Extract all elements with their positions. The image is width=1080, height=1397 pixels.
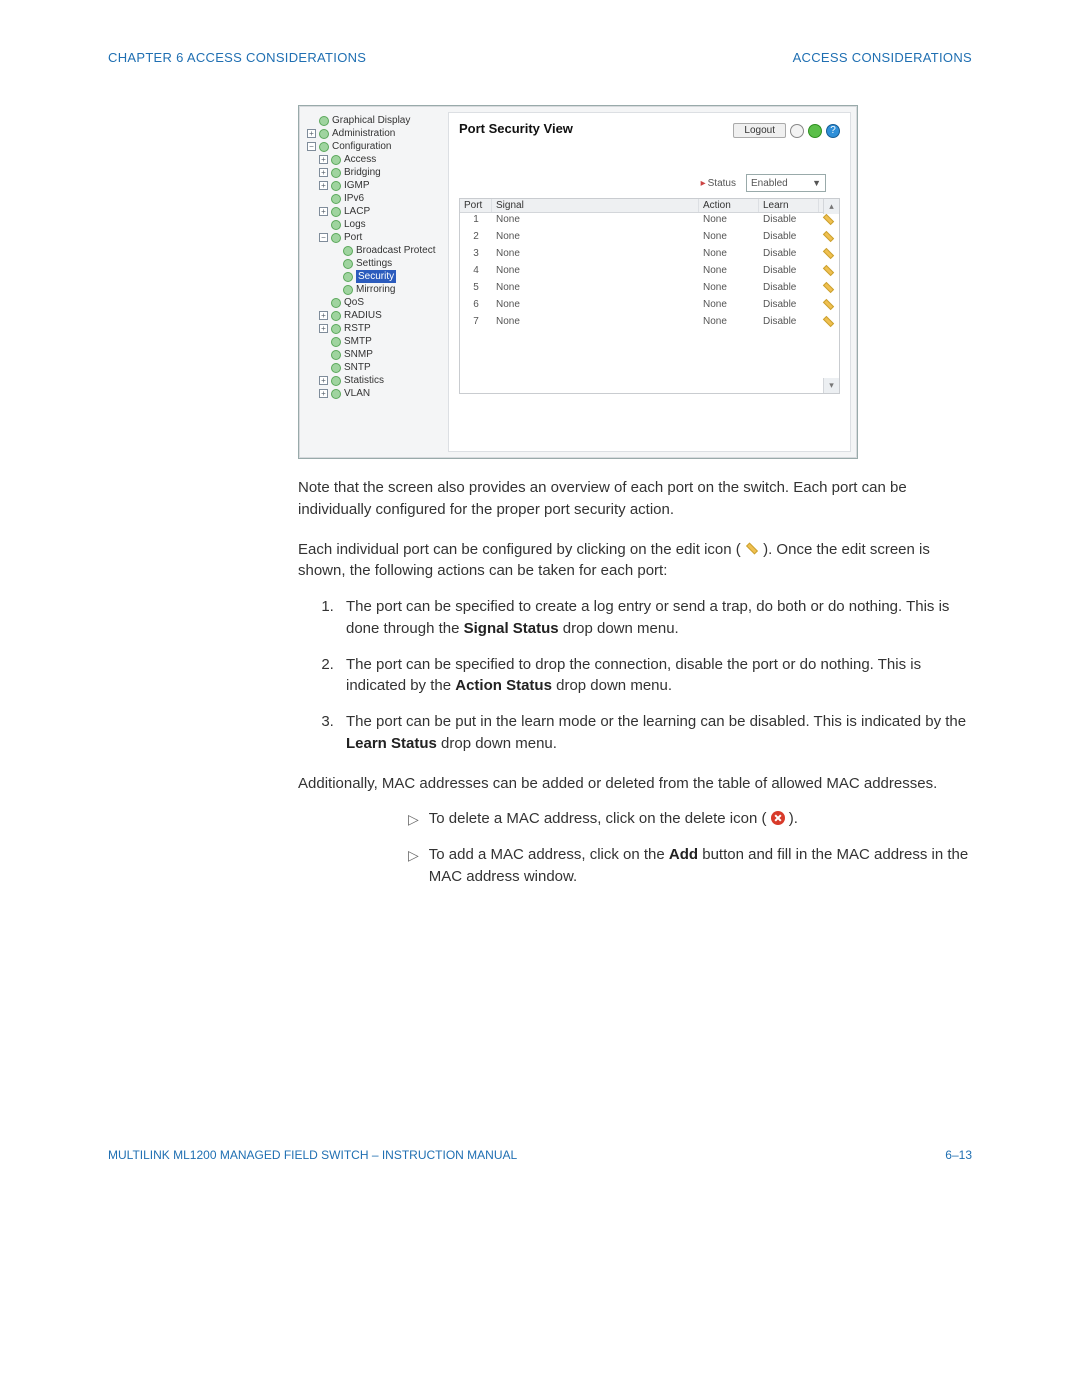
- refresh-icon[interactable]: [808, 124, 822, 138]
- port-table: ▴ Port Signal Action Learn 1NoneNoneDisa…: [459, 198, 840, 394]
- tree-item-label: SMTP: [344, 335, 372, 348]
- nav-tree[interactable]: Graphical DisplayAdministrationConfigura…: [305, 112, 442, 452]
- table-row: 6NoneNoneDisable: [460, 298, 839, 315]
- edit-icon[interactable]: [823, 231, 835, 243]
- tree-item[interactable]: VLAN: [307, 387, 442, 400]
- tree-item-label: Administration: [332, 127, 395, 140]
- table-row: 3NoneNoneDisable: [460, 247, 839, 264]
- tree-item[interactable]: Configuration: [307, 140, 442, 153]
- status-select[interactable]: Enabled ▼: [746, 174, 826, 192]
- tree-item-label: Statistics: [344, 374, 384, 387]
- table-row: 5NoneNoneDisable: [460, 281, 839, 298]
- ordered-steps: The port can be specified to create a lo…: [338, 596, 972, 755]
- tree-item[interactable]: Statistics: [307, 374, 442, 387]
- tree-item-label: Broadcast Protect: [356, 244, 435, 257]
- tree-item-label: SNMP: [344, 348, 373, 361]
- triangle-icon: ▷: [408, 844, 419, 888]
- tree-item[interactable]: Logs: [307, 218, 442, 231]
- tree-item-label: Port: [344, 231, 362, 244]
- screenshot-figure: Graphical DisplayAdministrationConfigura…: [298, 105, 858, 459]
- table-row: 4NoneNoneDisable: [460, 264, 839, 281]
- col-learn: Learn: [759, 199, 819, 212]
- tree-item-label: Settings: [356, 257, 392, 270]
- tree-item[interactable]: SNMP: [307, 348, 442, 361]
- header-section: ACCESS CONSIDERATIONS: [793, 50, 972, 65]
- tree-item-label: RSTP: [344, 322, 371, 335]
- tree-item[interactable]: Broadcast Protect: [307, 244, 442, 257]
- tree-item-label: RADIUS: [344, 309, 382, 322]
- tree-item-label: IGMP: [344, 179, 370, 192]
- logout-button[interactable]: Logout: [733, 123, 786, 138]
- table-row: 2NoneNoneDisable: [460, 230, 839, 247]
- edit-icon[interactable]: [823, 214, 835, 226]
- panel-title: Port Security View: [459, 121, 573, 136]
- header-chapter: CHAPTER 6 ACCESS CONSIDERATIONS: [108, 50, 366, 65]
- tree-item-label: Mirroring: [356, 283, 395, 296]
- col-action: Action: [699, 199, 759, 212]
- paragraph: Additionally, MAC addresses can be added…: [298, 773, 972, 795]
- table-row: 1NoneNoneDisable: [460, 213, 839, 230]
- pencil-icon: [745, 542, 759, 556]
- tree-item[interactable]: Administration: [307, 127, 442, 140]
- col-port: Port: [460, 199, 492, 212]
- scroll-down-icon[interactable]: ▾: [823, 378, 839, 393]
- list-item: The port can be specified to create a lo…: [338, 596, 972, 640]
- tree-item-label: Graphical Display: [332, 114, 410, 127]
- tree-item-label: Security: [356, 270, 396, 283]
- tree-item-label: IPv6: [344, 192, 364, 205]
- tree-item-label: LACP: [344, 205, 370, 218]
- tree-item[interactable]: SNTP: [307, 361, 442, 374]
- list-item: The port can be put in the learn mode or…: [338, 711, 972, 755]
- tree-item-label: SNTP: [344, 361, 371, 374]
- tree-item[interactable]: IPv6: [307, 192, 442, 205]
- tree-item-label: Logs: [344, 218, 366, 231]
- tree-item-label: Bridging: [344, 166, 381, 179]
- tree-item[interactable]: Bridging: [307, 166, 442, 179]
- page-number: 6–13: [945, 1148, 972, 1162]
- status-label: ▸Status: [701, 178, 736, 189]
- edit-icon[interactable]: [823, 248, 835, 260]
- tree-item[interactable]: IGMP: [307, 179, 442, 192]
- edit-icon[interactable]: [823, 299, 835, 311]
- scroll-up-icon[interactable]: ▴: [823, 199, 839, 214]
- status-value: Enabled: [751, 178, 788, 189]
- triangle-icon: ▷: [408, 808, 419, 830]
- list-item: ▷ To delete a MAC address, click on the …: [408, 808, 972, 830]
- tree-item[interactable]: QoS: [307, 296, 442, 309]
- chevron-down-icon: ▼: [812, 178, 821, 188]
- save-icon[interactable]: [790, 124, 804, 138]
- edit-icon[interactable]: [823, 265, 835, 277]
- col-signal: Signal: [492, 199, 699, 212]
- paragraph: Note that the screen also provides an ov…: [298, 477, 972, 521]
- tree-item[interactable]: LACP: [307, 205, 442, 218]
- list-item: ▷ To add a MAC address, click on the Add…: [408, 844, 972, 888]
- tree-item[interactable]: Settings: [307, 257, 442, 270]
- tree-item-label: QoS: [344, 296, 364, 309]
- tree-item[interactable]: Security: [307, 270, 442, 283]
- footer-title: MULTILINK ML1200 MANAGED FIELD SWITCH – …: [108, 1148, 517, 1162]
- table-row: 7NoneNoneDisable: [460, 315, 839, 332]
- tree-item[interactable]: Mirroring: [307, 283, 442, 296]
- tree-item[interactable]: RADIUS: [307, 309, 442, 322]
- tree-item-label: Access: [344, 153, 376, 166]
- delete-icon: [771, 811, 785, 825]
- tree-item-label: Configuration: [332, 140, 391, 153]
- help-icon[interactable]: ?: [826, 124, 840, 138]
- tree-item[interactable]: RSTP: [307, 322, 442, 335]
- list-item: The port can be specified to drop the co…: [338, 654, 972, 698]
- paragraph: Each individual port can be configured b…: [298, 539, 972, 583]
- tree-item-label: VLAN: [344, 387, 370, 400]
- tree-item[interactable]: Access: [307, 153, 442, 166]
- tree-item[interactable]: SMTP: [307, 335, 442, 348]
- tree-item[interactable]: Port: [307, 231, 442, 244]
- edit-icon[interactable]: [823, 282, 835, 294]
- edit-icon[interactable]: [823, 316, 835, 328]
- tree-item[interactable]: Graphical Display: [307, 114, 442, 127]
